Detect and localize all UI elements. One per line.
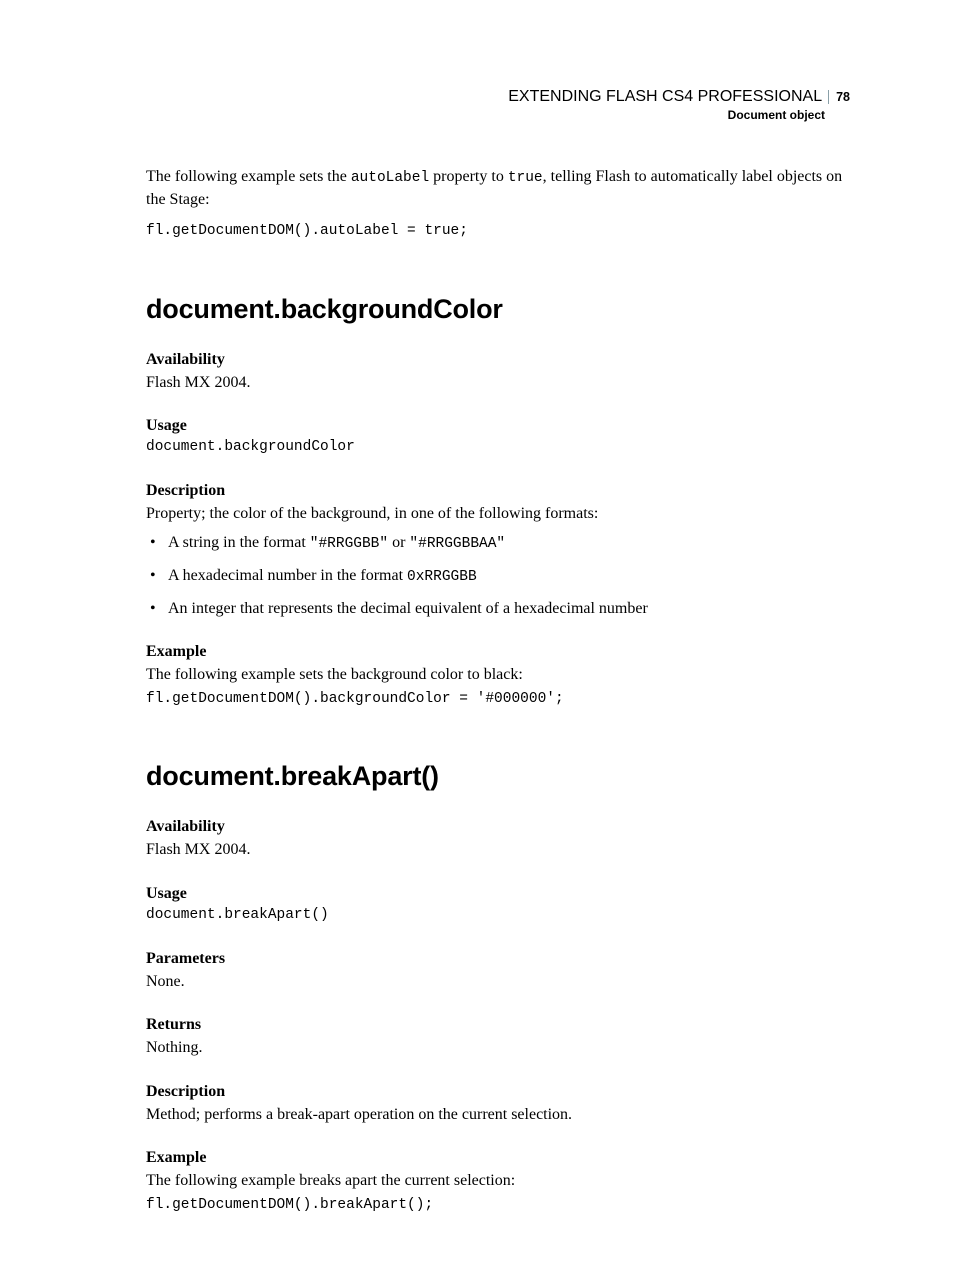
description-text: Method; performs a break-apart operation…	[146, 1104, 850, 1126]
list-item: An integer that represents the decimal e…	[146, 598, 850, 620]
intro-code-block: fl.getDocumentDOM().autoLabel = true;	[146, 222, 850, 242]
intro-paragraph: The following example sets the autoLabel…	[146, 166, 850, 210]
description-heading: Description	[146, 482, 850, 500]
usage-heading: Usage	[146, 417, 850, 435]
section-title-breakapart: document.breakApart()	[146, 761, 850, 792]
code-rrggbbaa: "#RRGGBBAA"	[409, 536, 505, 552]
description-heading: Description	[146, 1083, 850, 1101]
parameters-text: None.	[146, 971, 850, 993]
example-heading: Example	[146, 1149, 850, 1167]
code-hex: 0xRRGGBB	[407, 569, 477, 585]
returns-text: Nothing.	[146, 1037, 850, 1059]
code-autolabel: autoLabel	[351, 170, 429, 186]
example-text: The following example sets the backgroun…	[146, 664, 850, 686]
usage-code: document.backgroundColor	[146, 438, 850, 458]
book-title: EXTENDING FLASH CS4 PROFESSIONAL	[508, 88, 822, 105]
chapter-name: Document object	[146, 108, 850, 122]
example-heading: Example	[146, 643, 850, 661]
page-header: EXTENDING FLASH CS4 PROFESSIONAL 78 Docum…	[146, 88, 850, 122]
example-code: fl.getDocumentDOM().backgroundColor = '#…	[146, 690, 850, 710]
description-text: Property; the color of the background, i…	[146, 503, 850, 525]
code-true: true	[508, 170, 543, 186]
availability-heading: Availability	[146, 818, 850, 836]
list-item: A hexadecimal number in the format 0xRRG…	[146, 565, 850, 588]
page-number: 78	[828, 90, 850, 104]
usage-code: document.breakApart()	[146, 906, 850, 926]
example-text: The following example breaks apart the c…	[146, 1170, 850, 1192]
availability-text: Flash MX 2004.	[146, 372, 850, 394]
parameters-heading: Parameters	[146, 950, 850, 968]
availability-text: Flash MX 2004.	[146, 839, 850, 861]
code-rrggbb: "#RRGGBB"	[310, 536, 388, 552]
header-top-row: EXTENDING FLASH CS4 PROFESSIONAL 78	[146, 88, 850, 106]
returns-heading: Returns	[146, 1016, 850, 1034]
usage-heading: Usage	[146, 885, 850, 903]
example-code: fl.getDocumentDOM().breakApart();	[146, 1196, 850, 1216]
list-item: A string in the format "#RRGGBB" or "#RR…	[146, 532, 850, 555]
format-list: A string in the format "#RRGGBB" or "#RR…	[146, 532, 850, 619]
section-title-backgroundcolor: document.backgroundColor	[146, 294, 850, 325]
page-content: EXTENDING FLASH CS4 PROFESSIONAL 78 Docum…	[0, 0, 954, 1285]
availability-heading: Availability	[146, 351, 850, 369]
